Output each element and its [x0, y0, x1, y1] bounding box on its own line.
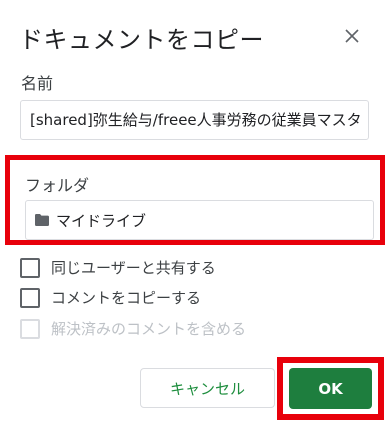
- share-same-users-option[interactable]: 同じユーザーと共有する: [20, 257, 216, 278]
- include-resolved-comments-checkbox: [20, 318, 40, 339]
- ok-button-highlight: OK: [277, 357, 384, 420]
- copy-comments-label: コメントをコピーする: [51, 289, 202, 307]
- name-input[interactable]: [shared]弥生給与/freee人事労務の従業員マスタ: [20, 100, 369, 140]
- copy-comments-option[interactable]: コメントをコピーする: [20, 287, 201, 308]
- include-resolved-comments-label: 解決済みのコメントを含める: [51, 320, 247, 338]
- folder-label: フォルダ: [25, 176, 90, 195]
- share-same-users-label: 同じユーザーと共有する: [51, 259, 216, 277]
- folder-icon: [35, 214, 49, 226]
- cancel-button[interactable]: キャンセル: [140, 368, 275, 408]
- folder-select[interactable]: マイドライブ: [25, 200, 374, 240]
- close-icon: [345, 29, 359, 43]
- name-label: 名前: [21, 74, 54, 93]
- copy-document-dialog: ドキュメントをコピー 名前 [shared]弥生給与/freee人事労務の従業員…: [0, 0, 391, 430]
- share-same-users-checkbox[interactable]: [20, 257, 40, 278]
- include-resolved-comments-option: 解決済みのコメントを含める: [20, 318, 246, 339]
- folder-section-highlight: フォルダ マイドライブ: [5, 155, 385, 245]
- copy-comments-checkbox[interactable]: [20, 287, 40, 308]
- ok-button[interactable]: OK: [289, 368, 372, 409]
- close-button[interactable]: [340, 24, 364, 48]
- dialog-title: ドキュメントをコピー: [19, 26, 264, 54]
- folder-select-value: マイドライブ: [56, 211, 147, 230]
